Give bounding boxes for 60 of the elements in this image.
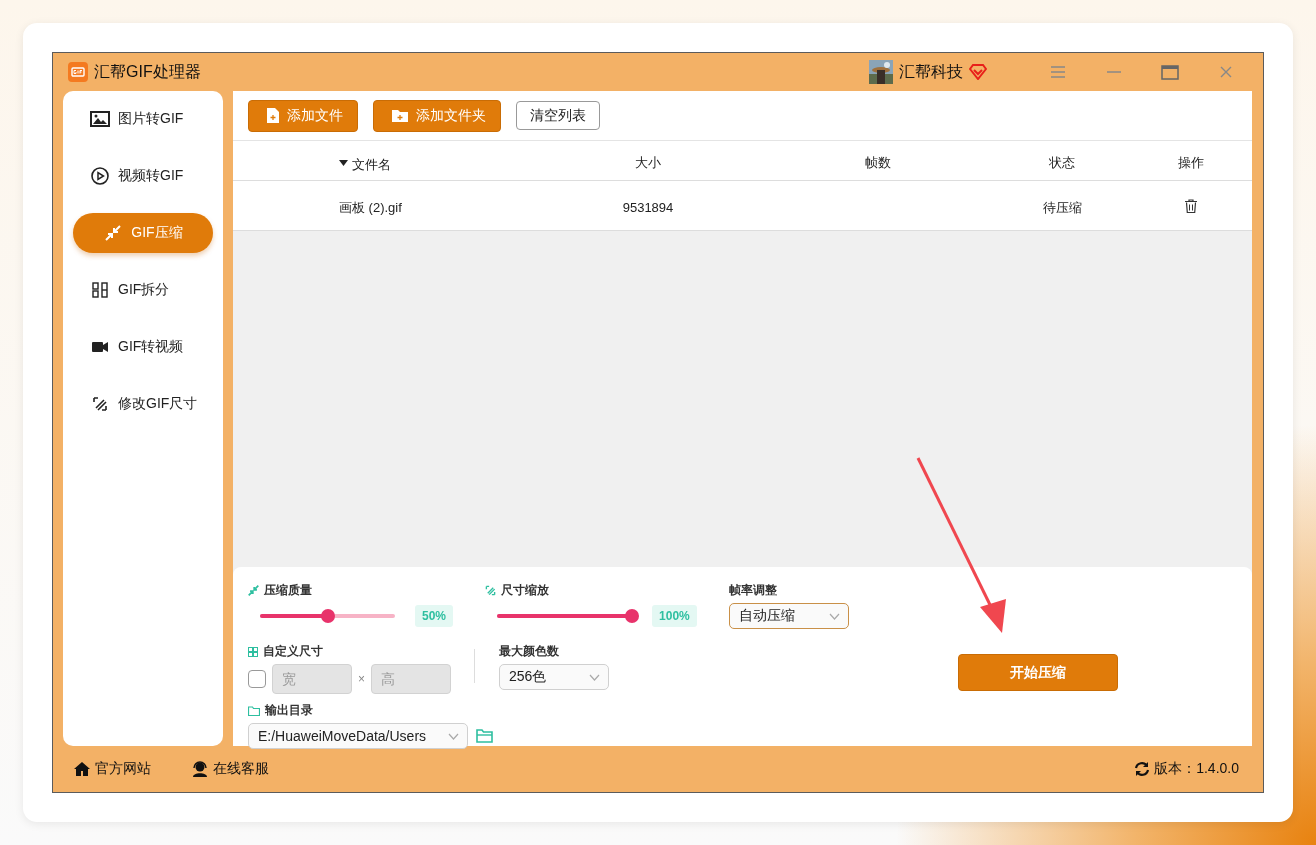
column-header[interactable]: 大小 [635,149,661,172]
resize-icon [485,585,497,596]
column-header[interactable]: 文件名 [352,151,391,174]
play-icon [91,167,109,185]
slider-thumb[interactable] [625,609,640,623]
value-badge: 50% [415,605,454,627]
footer-link[interactable]: 官方网站 [95,760,151,778]
value-badge: 100% [652,605,697,627]
sidebar-item[interactable]: 修改GIF尺寸 [73,384,213,424]
setting-label: 尺寸缩放 [501,582,550,599]
headset-icon [191,761,209,777]
dropdown[interactable]: 自动压缩 [728,603,849,629]
trash-icon[interactable] [1185,199,1197,213]
folder-icon[interactable] [476,729,493,743]
toolbar-button[interactable]: 清空列表 [516,101,600,130]
diamond-icon [969,64,987,80]
add-file-icon [267,108,279,123]
app-logo-icon [68,62,88,82]
width-field[interactable]: 宽 [272,664,352,694]
image-icon [90,111,110,127]
home-icon [73,761,91,777]
setting-label: 最大颜色数 [499,643,559,660]
checkbox[interactable] [248,670,266,688]
add-folder-icon [392,109,408,122]
app-title: 汇帮GIF处理器 [94,61,201,82]
folder-icon [248,705,260,716]
column-header[interactable]: 状态 [1049,149,1075,172]
footer-link[interactable]: 在线客服 [213,760,269,778]
sort-caret-icon[interactable] [339,159,348,166]
compress-icon [248,585,259,596]
setting-label: 帧率调整 [728,582,777,599]
user-name: 汇帮科技 [899,61,963,82]
sidebar-item[interactable]: 图片转GIF [73,99,213,139]
table-cell-text: 9531894 [622,199,674,215]
chevron-down-icon [828,612,840,620]
setting-label: 输出目录 [265,702,313,719]
table-cell-text: 待压缩 [1042,198,1082,217]
grid-icon [248,646,258,657]
times-sign: × [358,672,365,686]
setting-label: 压缩质量 [264,582,312,599]
column-header[interactable]: 操作 [1178,149,1204,172]
chevron-down-icon [589,673,600,681]
height-field[interactable]: 高 [371,664,451,694]
sidebar-item[interactable]: GIF拆分 [73,270,213,310]
dropdown[interactable]: E:/HuaweiMoveData/Users [248,723,468,749]
dropdown[interactable]: 256色 [499,664,609,690]
column-header[interactable]: 帧数 [865,149,891,172]
sidebar-item[interactable]: 视频转GIF [73,156,213,196]
version-label: 版本：1.4.0.0 [1154,760,1239,778]
video-camera-icon [92,341,108,353]
compress-icon [105,225,122,241]
split-icon [92,282,108,298]
resize-icon [92,396,108,412]
setting-label: 自定义尺寸 [263,643,323,660]
maximize-icon[interactable] [1161,64,1179,80]
sidebar-item[interactable]: GIF转视频 [73,327,213,367]
table-cell-text: 画板 (2).gif [339,198,402,217]
chevron-down-icon [448,732,459,740]
refresh-icon[interactable] [1134,761,1151,777]
slider-thumb[interactable] [320,609,335,623]
